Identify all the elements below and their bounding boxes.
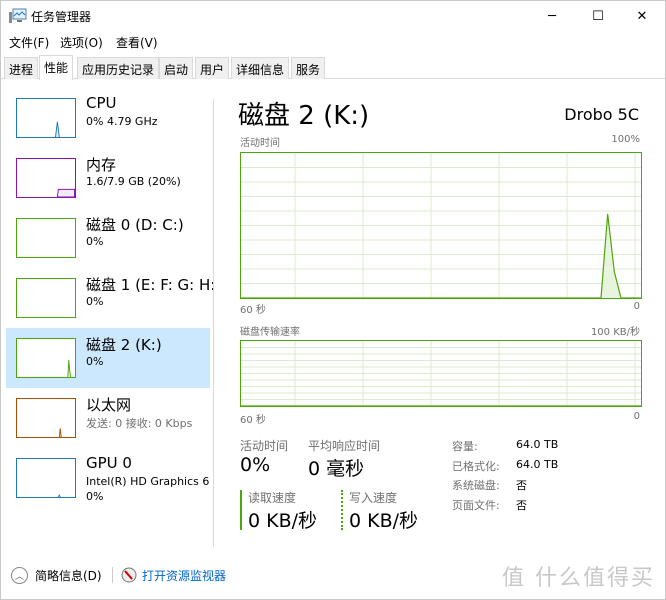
capacity-label: 容量: xyxy=(452,440,478,453)
system-disk-value: 否 xyxy=(516,479,527,492)
tab-users[interactable]: 用户 xyxy=(195,57,230,79)
menu-view[interactable]: 查看(V) xyxy=(116,34,158,51)
close-icon: ✕ xyxy=(636,8,648,24)
read-speed-label: 读取速度 xyxy=(248,491,297,505)
sidebar-item-ethernet[interactable]: 以太网 发送: 0 接收: 0 Kbps xyxy=(6,388,210,448)
write-speed-indicator xyxy=(341,490,343,530)
page-title: 磁盘 2 (K:) xyxy=(238,101,370,131)
sidebar-item-name: 内存 xyxy=(86,156,117,174)
memory-thumbnail-graph xyxy=(16,158,76,198)
read-speed-indicator xyxy=(240,490,242,530)
system-disk-label: 系统磁盘: xyxy=(452,479,500,492)
sidebar-item-disk-0[interactable]: 磁盘 0 (D: C:) 0% xyxy=(6,208,210,268)
fewer-details-button[interactable]: 简略信息(D) xyxy=(35,567,102,584)
sidebar-item-sub2: 0% xyxy=(86,490,104,503)
cpu-thumbnail-graph xyxy=(16,98,76,138)
minimize-button[interactable]: ─ xyxy=(529,1,575,31)
window-title: 任务管理器 xyxy=(31,10,92,24)
transfer-chart-right-label: 0 xyxy=(633,411,640,422)
tab-services[interactable]: 服务 xyxy=(291,57,326,79)
sidebar-divider[interactable] xyxy=(213,99,214,547)
active-time-label: 活动时间 xyxy=(240,439,289,453)
disk-1-thumbnail-graph xyxy=(16,278,76,318)
sidebar-item-gpu[interactable]: GPU 0 Intel(R) HD Graphics 6 0% xyxy=(6,448,210,508)
tab-details[interactable]: 详细信息 xyxy=(231,57,290,79)
active-time-value: 0% xyxy=(240,454,271,476)
series-line xyxy=(241,213,641,298)
menu-file[interactable]: 文件(F) xyxy=(9,34,49,51)
task-manager-app-icon xyxy=(9,8,27,23)
disk-model: Drobo 5C xyxy=(564,105,639,124)
write-speed-value: 0 KB/秒 xyxy=(349,510,419,532)
ethernet-thumbnail-graph xyxy=(16,398,76,438)
resource-sidebar: CPU 0% 4.79 GHz 内存 1.6/7.9 GB (20%) 磁盘 0… xyxy=(1,80,214,540)
page-file-value: 否 xyxy=(516,499,527,512)
series-area xyxy=(241,213,641,298)
sidebar-item-disk-2[interactable]: 磁盘 2 (K:) 0% xyxy=(6,328,210,388)
avg-response-label: 平均响应时间 xyxy=(308,439,381,453)
sidebar-item-sub: 0% xyxy=(86,235,104,248)
formatted-value: 64.0 TB xyxy=(516,458,559,471)
close-button[interactable]: ✕ xyxy=(619,1,665,31)
sidebar-item-name: GPU 0 xyxy=(86,454,132,472)
sidebar-item-name: 磁盘 1 (E: F: G: H: xyxy=(86,276,214,294)
transfer-rate-chart xyxy=(240,340,642,407)
sidebar-item-name: CPU xyxy=(86,94,117,112)
sidebar-item-sub: 0% xyxy=(86,355,104,368)
minimize-icon: ─ xyxy=(548,8,556,24)
activity-chart-right-label: 0 xyxy=(633,301,640,312)
sidebar-item-disk-1[interactable]: 磁盘 1 (E: F: G: H: 0% xyxy=(6,268,214,328)
open-resource-monitor-link[interactable]: 打开资源监视器 xyxy=(142,567,226,584)
gpu-thumbnail-graph xyxy=(16,458,76,498)
tab-processes[interactable]: 进程 xyxy=(4,57,39,79)
maximize-button[interactable]: ☐ xyxy=(575,1,621,31)
task-manager-window: 任务管理器 ─ ☐ ✕ 文件(F) 选项(O) 查看(V) 进程 性能 应用历史… xyxy=(0,0,666,600)
menu-bar: 文件(F) 选项(O) 查看(V) xyxy=(1,32,665,52)
tab-startup[interactable]: 启动 xyxy=(159,57,194,79)
activity-chart-label: 活动时间 xyxy=(240,138,280,149)
transfer-chart-max: 100 KB/秒 xyxy=(590,327,640,338)
read-speed-value: 0 KB/秒 xyxy=(248,510,318,532)
sidebar-item-memory[interactable]: 内存 1.6/7.9 GB (20%) xyxy=(6,148,210,208)
tab-performance[interactable]: 性能 xyxy=(39,55,74,80)
activity-time-chart xyxy=(240,152,642,299)
maximize-icon: ☐ xyxy=(592,8,604,24)
footer-divider xyxy=(112,567,113,583)
chevron-up-icon[interactable]: ︿ xyxy=(11,567,28,584)
sidebar-item-sub: Intel(R) HD Graphics 6 xyxy=(86,475,210,488)
write-speed-label: 写入速度 xyxy=(349,491,398,505)
disk-2-thumbnail-graph xyxy=(16,338,76,378)
resource-monitor-icon xyxy=(121,567,137,583)
tab-bar: 进程 性能 应用历史记录 启动 用户 详细信息 服务 xyxy=(1,55,665,80)
sidebar-item-name: 磁盘 2 (K:) xyxy=(86,336,162,354)
page-file-label: 页面文件: xyxy=(452,499,500,512)
sidebar-item-sub: 1.6/7.9 GB (20%) xyxy=(86,175,181,188)
sidebar-item-name: 磁盘 0 (D: C:) xyxy=(86,216,184,234)
capacity-value: 64.0 TB xyxy=(516,438,559,451)
activity-chart-left-label: 60 秒 xyxy=(240,305,266,316)
sidebar-item-cpu[interactable]: CPU 0% 4.79 GHz xyxy=(6,88,210,148)
transfer-chart-left-label: 60 秒 xyxy=(240,415,266,426)
tab-app-history[interactable]: 应用历史记录 xyxy=(77,57,160,79)
watermark: 值 什么值得买 xyxy=(502,566,655,591)
sidebar-item-sub: 发送: 0 接收: 0 Kbps xyxy=(86,417,193,430)
formatted-label: 已格式化: xyxy=(452,460,500,473)
sidebar-item-name: 以太网 xyxy=(86,396,132,414)
sidebar-item-sub: 0% 4.79 GHz xyxy=(86,115,158,128)
sidebar-item-sub: 0% xyxy=(86,295,104,308)
activity-chart-max: 100% xyxy=(611,134,640,145)
transfer-chart-label: 磁盘传输速率 xyxy=(240,327,300,338)
avg-response-value: 0 毫秒 xyxy=(308,458,365,480)
menu-options[interactable]: 选项(O) xyxy=(60,34,103,51)
disk-0-thumbnail-graph xyxy=(16,218,76,258)
title-bar[interactable]: 任务管理器 ─ ☐ ✕ xyxy=(1,1,665,31)
